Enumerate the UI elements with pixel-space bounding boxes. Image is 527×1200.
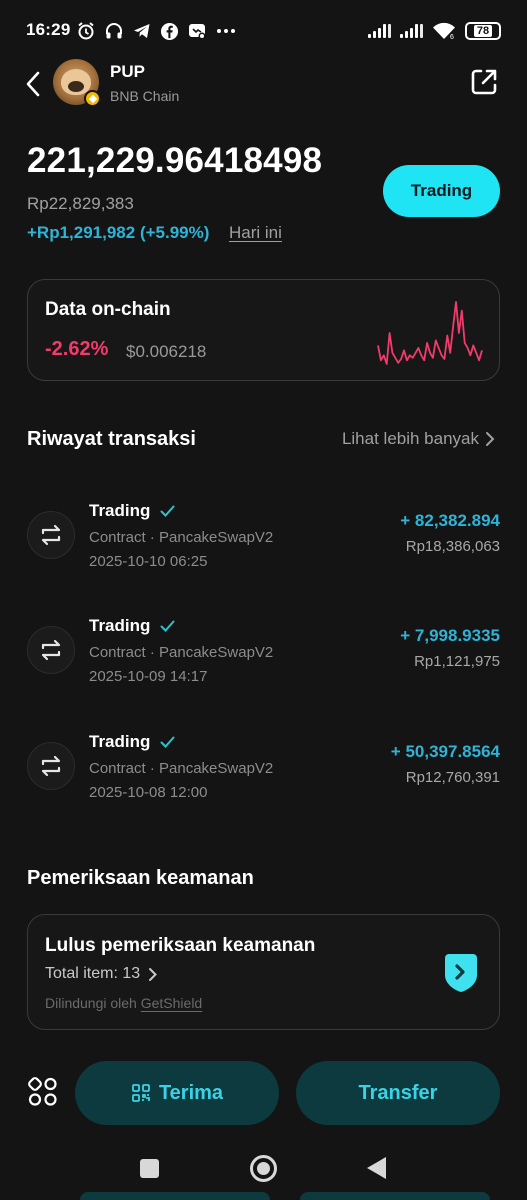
transaction-contract: Contract · PancakeSwapV2	[89, 529, 274, 546]
transactions-title: Riwayat transaksi	[27, 428, 196, 450]
battery-level: 78	[473, 25, 493, 37]
external-link-icon	[471, 69, 497, 95]
battery-icon: 78	[465, 22, 501, 40]
transaction-type-label: Trading	[89, 732, 151, 751]
transaction-type: Trading	[89, 732, 175, 752]
transaction-fiat: Rp18,386,063	[405, 538, 500, 555]
security-items[interactable]: Total item: 13	[45, 965, 158, 983]
transaction-date: 2025-10-09 14:17	[89, 668, 208, 685]
transaction-row[interactable]: Trading Contract · PancakeSwapV2 2025-10…	[0, 501, 527, 601]
transaction-amount: + 50,397.8564	[390, 742, 500, 761]
security-items-label: Total item: 13	[45, 965, 141, 982]
messenger-icon	[189, 24, 206, 40]
signal-icon	[400, 24, 423, 38]
price-sparkline	[377, 301, 483, 365]
status-bar: 16:29 6 78	[0, 0, 527, 62]
qr-code-icon	[132, 1084, 150, 1102]
see-more-link[interactable]: Lihat lebih banyak	[342, 429, 495, 449]
onchain-title: Data on-chain	[45, 299, 171, 320]
protected-prefix: Dilindungi oleh	[45, 995, 137, 1011]
transfer-button[interactable]: Transfer	[296, 1061, 500, 1125]
shield-check-icon	[445, 954, 477, 992]
transaction-fiat: Rp1,121,975	[414, 653, 500, 670]
security-card[interactable]: Lulus pemeriksaan keamanan Total item: 1…	[27, 914, 500, 1030]
bnb-chain-icon	[84, 90, 101, 107]
bottom-peek-bar	[300, 1192, 490, 1200]
alarm-icon	[78, 22, 94, 40]
swap-icon	[27, 511, 75, 559]
chevron-right-icon	[486, 432, 495, 446]
check-icon	[160, 736, 175, 748]
transaction-row[interactable]: Trading Contract · PancakeSwapV2 2025-10…	[0, 616, 527, 716]
fiat-balance: Rp22,829,383	[27, 194, 134, 213]
more-dots-icon	[217, 29, 235, 33]
transaction-fiat: Rp12,760,391	[405, 769, 500, 786]
daily-change: +Rp1,291,982 (+5.99%)	[27, 223, 210, 242]
transaction-type: Trading	[89, 616, 175, 636]
status-time: 16:29	[26, 20, 71, 39]
status-left-icons	[76, 19, 237, 43]
getshield-link[interactable]: GetShield	[141, 995, 202, 1011]
transaction-row[interactable]: Trading Contract · PancakeSwapV2 2025-10…	[0, 732, 527, 832]
transaction-date: 2025-10-10 06:25	[89, 553, 208, 570]
transaction-contract: Contract · PancakeSwapV2	[89, 644, 274, 661]
bottom-peek-bar	[80, 1192, 270, 1200]
check-icon	[160, 620, 175, 632]
receive-label: Terima	[158, 1081, 224, 1104]
token-chain: BNB Chain	[110, 88, 180, 104]
trading-button[interactable]: Trading	[383, 165, 500, 217]
back-button[interactable]	[18, 64, 48, 104]
home-button[interactable]	[250, 1155, 277, 1182]
system-back-button[interactable]	[367, 1157, 386, 1179]
facebook-icon	[160, 22, 179, 40]
protected-by: Dilindungi oleh GetShield	[45, 995, 202, 1011]
signal-icon	[368, 24, 391, 38]
onchain-price: $0.006218	[126, 342, 207, 361]
transaction-type-label: Trading	[89, 616, 151, 635]
onchain-change-pct: -2.62%	[45, 338, 109, 360]
transaction-type: Trading	[89, 501, 175, 521]
wifi-icon: 6	[433, 22, 455, 40]
telegram-icon	[134, 24, 150, 38]
transaction-amount: + 82,382.894	[400, 511, 500, 530]
onchain-data-card[interactable]: Data on-chain -2.62% $0.006218	[27, 279, 500, 381]
transaction-contract: Contract · PancakeSwapV2	[89, 760, 274, 777]
recent-apps-button[interactable]	[140, 1159, 159, 1178]
status-right-icons: 6 78	[368, 20, 501, 42]
security-status: Lulus pemeriksaan keamanan	[45, 935, 316, 956]
check-icon	[160, 505, 175, 517]
headset-icon	[106, 23, 122, 39]
apps-grid-icon	[28, 1077, 57, 1106]
share-button[interactable]	[469, 67, 499, 97]
dog-logo-snout	[68, 81, 84, 92]
transaction-type-label: Trading	[89, 501, 151, 520]
security-section-title: Pemeriksaan keamanan	[27, 867, 254, 889]
change-period-link[interactable]: Hari ini	[229, 223, 282, 243]
swap-icon	[27, 626, 75, 674]
svg-text:6: 6	[450, 34, 454, 40]
chevron-left-icon	[26, 71, 40, 97]
token-avatar	[53, 59, 101, 107]
token-symbol: PUP	[110, 62, 145, 81]
token-balance: 221,229.96418498	[27, 141, 323, 180]
transaction-date: 2025-10-08 12:00	[89, 784, 208, 801]
apps-menu-button[interactable]	[28, 1077, 58, 1107]
transaction-amount: + 7,998.9335	[400, 626, 500, 645]
swap-icon	[27, 742, 75, 790]
sparkline-path	[377, 301, 483, 365]
chevron-right-icon	[149, 967, 158, 981]
receive-button[interactable]: Terima	[75, 1061, 279, 1125]
see-more-label: Lihat lebih banyak	[341, 429, 479, 448]
